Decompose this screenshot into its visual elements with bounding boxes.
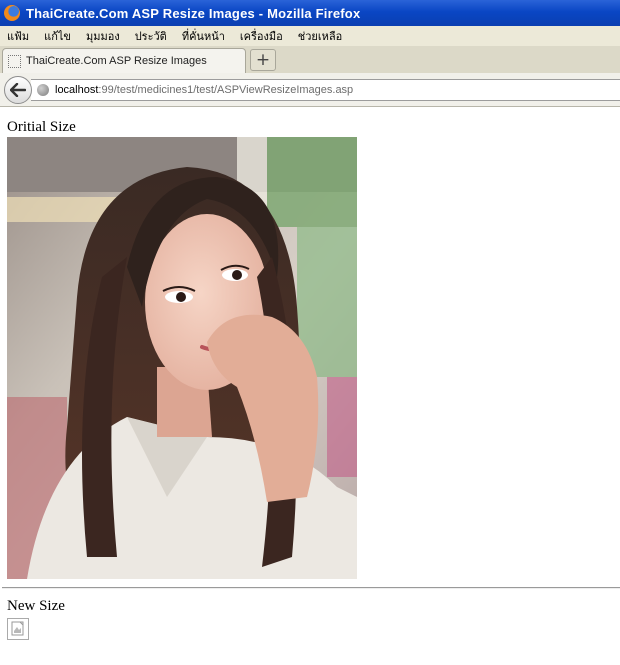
original-photo bbox=[7, 137, 357, 579]
back-button[interactable] bbox=[4, 76, 32, 104]
menu-edit[interactable]: แก้ไข bbox=[37, 27, 79, 45]
page-placeholder-icon bbox=[8, 54, 21, 68]
new-tab-button[interactable]: + bbox=[250, 49, 276, 71]
menu-history[interactable]: ประวัติ bbox=[128, 27, 175, 45]
resized-image bbox=[7, 618, 29, 640]
firefox-icon bbox=[4, 5, 20, 21]
window-title-bar: ThaiCreate.Com ASP Resize Images - Mozil… bbox=[0, 0, 620, 26]
url-host: localhost bbox=[55, 84, 99, 96]
tab-current[interactable]: ThaiCreate.Com ASP Resize Images bbox=[2, 48, 246, 73]
menu-view[interactable]: มุมมอง bbox=[79, 27, 128, 45]
navigation-bar: localhost:99/test/medicines1/test/ASPVie… bbox=[0, 73, 620, 107]
globe-icon bbox=[37, 84, 49, 96]
original-size-heading: Oritial Size bbox=[7, 119, 76, 135]
menu-bar: แฟ้ม แก้ไข มุมมอง ประวัติ ที่คั่นหน้า เค… bbox=[0, 26, 620, 46]
menu-tools[interactable]: เครื่องมือ bbox=[233, 27, 291, 45]
url-path: :99/test/medicines1/test/ASPViewResizeIm… bbox=[98, 84, 354, 96]
broken-image-icon bbox=[11, 621, 24, 636]
new-size-heading: New Size bbox=[7, 598, 65, 614]
menu-bookmarks[interactable]: ที่คั่นหน้า bbox=[175, 27, 233, 45]
tab-strip: ThaiCreate.Com ASP Resize Images + bbox=[0, 46, 620, 73]
horizontal-rule bbox=[2, 587, 620, 589]
menu-file[interactable]: แฟ้ม bbox=[0, 27, 37, 45]
address-bar[interactable]: localhost:99/test/medicines1/test/ASPVie… bbox=[31, 79, 620, 101]
tab-label: ThaiCreate.Com ASP Resize Images bbox=[26, 55, 207, 67]
page-content: Oritial Size New Size bbox=[0, 107, 620, 665]
menu-help[interactable]: ช่วยเหลือ bbox=[291, 27, 350, 45]
window-title: ThaiCreate.Com ASP Resize Images - Mozil… bbox=[26, 5, 361, 21]
back-arrow-icon bbox=[10, 83, 26, 97]
